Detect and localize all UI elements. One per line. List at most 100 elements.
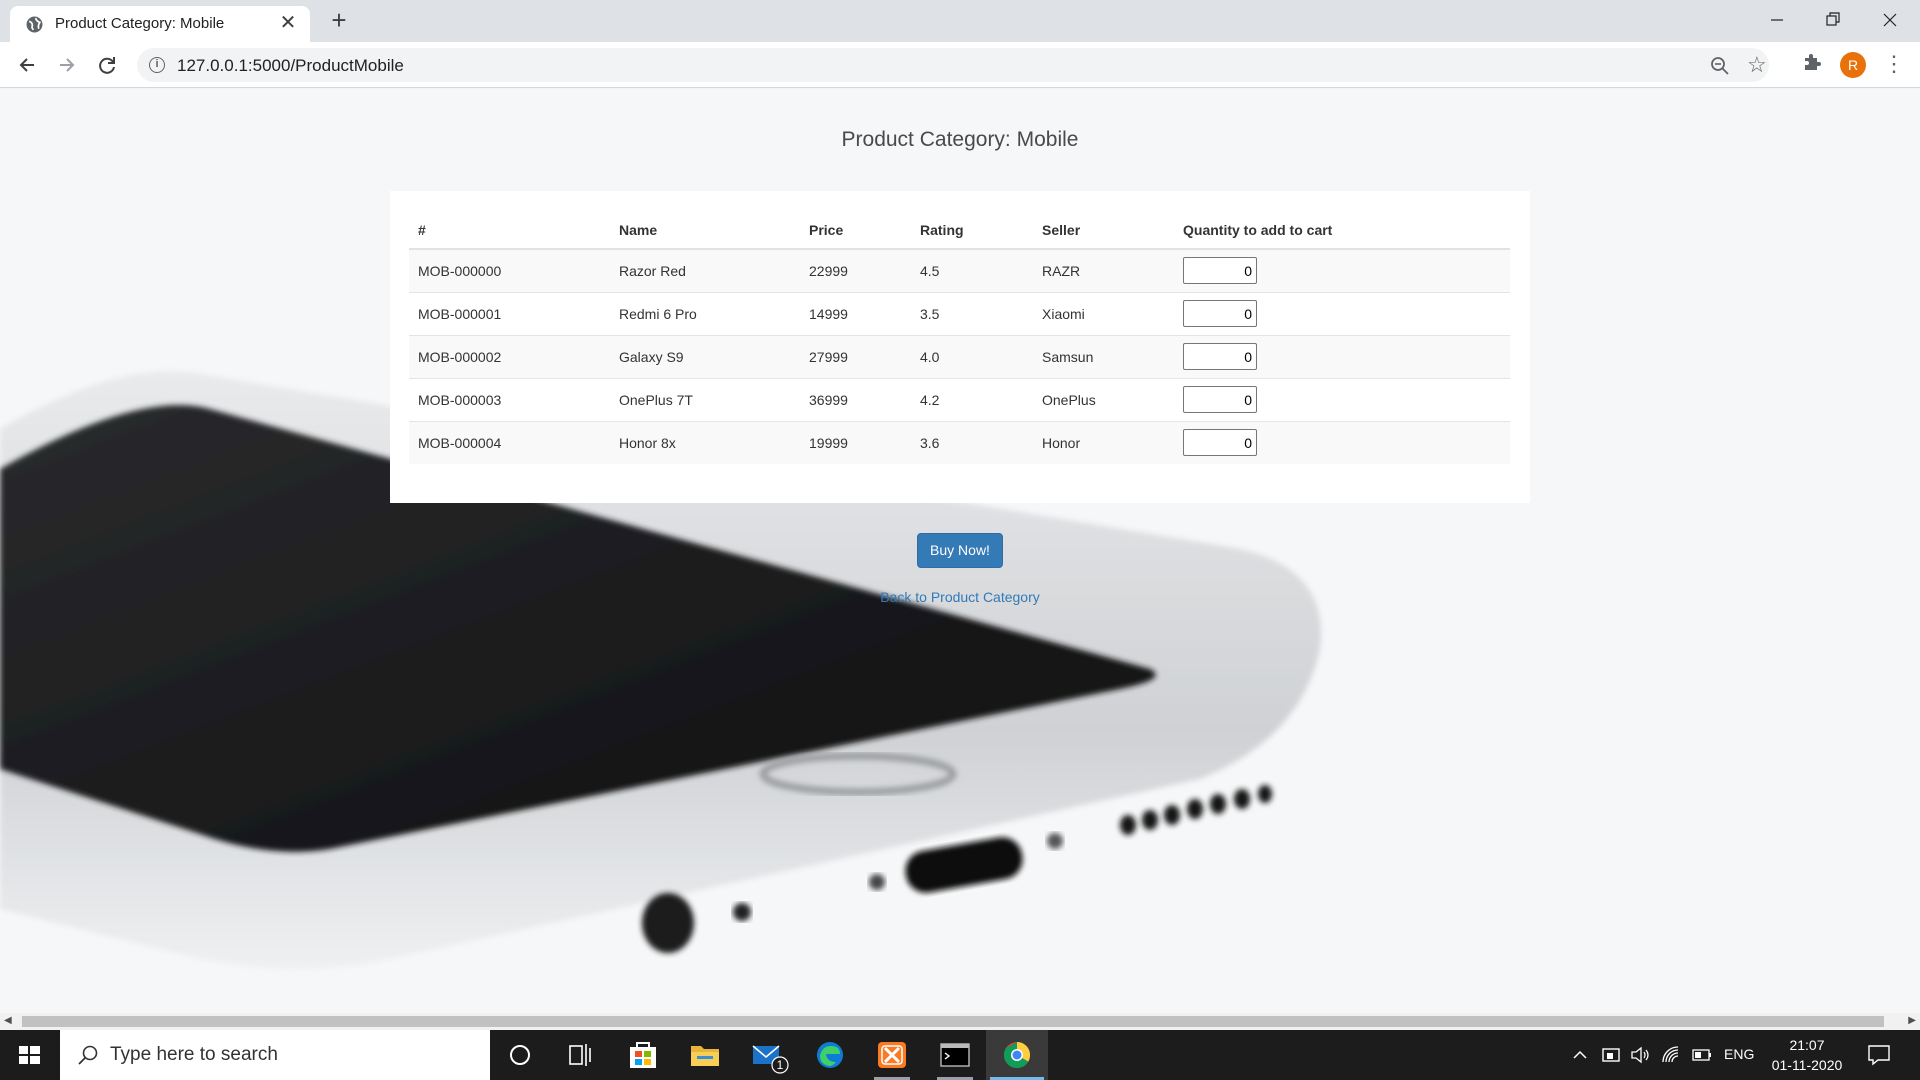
quantity-cell bbox=[1174, 248, 1510, 292]
search-icon bbox=[78, 1045, 98, 1065]
system-clock[interactable]: 21:07 01-11-2020 bbox=[1767, 1035, 1847, 1075]
restore-icon bbox=[1826, 12, 1840, 26]
mail-badge-count: 1 bbox=[776, 1058, 784, 1072]
reload-icon bbox=[99, 57, 115, 74]
product-name: Redmi 6 Pro bbox=[610, 291, 800, 335]
edge-taskbar-button[interactable] bbox=[800, 1030, 860, 1080]
profile-avatar[interactable]: R bbox=[1840, 52, 1866, 78]
xampp-taskbar-button[interactable] bbox=[862, 1030, 922, 1080]
battery-icon[interactable] bbox=[1690, 1044, 1714, 1066]
browser-toolbar: i 127.0.0.1:5000/ProductMobile ☆ R ⋮ bbox=[0, 42, 1920, 88]
back-button[interactable] bbox=[12, 50, 42, 80]
task-view-button[interactable] bbox=[550, 1030, 610, 1080]
windows-logo-icon bbox=[19, 1046, 40, 1064]
product-seller: Honor bbox=[1033, 420, 1174, 464]
product-price: 27999 bbox=[800, 334, 911, 378]
network-security-icon[interactable] bbox=[1600, 1044, 1622, 1066]
quantity-input[interactable] bbox=[1183, 300, 1257, 327]
product-seller: Xiaomi bbox=[1033, 291, 1174, 335]
table-row: MOB-000000 Razor Red 22999 4.5 RAZR bbox=[409, 248, 1510, 292]
reload-button[interactable] bbox=[92, 50, 122, 80]
product-seller: OnePlus bbox=[1033, 377, 1174, 421]
column-header-seller: Seller bbox=[1033, 208, 1174, 250]
quantity-cell bbox=[1174, 377, 1510, 421]
address-bar[interactable]: i 127.0.0.1:5000/ProductMobile ☆ bbox=[137, 48, 1769, 82]
mail-icon bbox=[752, 1045, 789, 1074]
edge-browser-icon bbox=[817, 1042, 843, 1068]
horizontal-scrollbar[interactable]: ◀ ▶ bbox=[0, 1013, 1920, 1030]
more-menu-icon[interactable]: ⋮ bbox=[1883, 50, 1905, 78]
windows-taskbar: Type here to search 1 ENG 21:07 01-11-20… bbox=[0, 1030, 1920, 1080]
browser-tab-active[interactable]: Product Category: Mobile ✕ bbox=[10, 6, 310, 42]
product-rating: 3.5 bbox=[911, 291, 1033, 335]
minimize-icon bbox=[1771, 19, 1783, 21]
chevron-up-icon[interactable] bbox=[1570, 1045, 1590, 1065]
arrow-right-icon bbox=[60, 58, 75, 72]
zoom-icon[interactable] bbox=[1709, 55, 1731, 77]
xampp-icon bbox=[878, 1042, 906, 1068]
product-name: Galaxy S9 bbox=[610, 334, 800, 378]
page-title: Product Category: Mobile bbox=[841, 128, 1079, 151]
product-rating: 4.0 bbox=[911, 334, 1033, 378]
new-tab-button[interactable]: + bbox=[326, 7, 352, 34]
scroll-right-arrow-icon[interactable]: ▶ bbox=[1908, 1015, 1916, 1026]
tab-title: Product Category: Mobile bbox=[55, 15, 225, 32]
forward-button[interactable] bbox=[52, 50, 82, 80]
task-view-icon bbox=[569, 1044, 591, 1066]
browser-tab-strip: Product Category: Mobile ✕ + bbox=[0, 0, 1920, 42]
buy-now-button[interactable]: Buy Now! bbox=[917, 533, 1003, 568]
folder-icon bbox=[691, 1046, 719, 1066]
quantity-input[interactable] bbox=[1183, 386, 1257, 413]
close-window-button[interactable] bbox=[1876, 6, 1904, 34]
scrollbar-thumb[interactable] bbox=[22, 1016, 1884, 1027]
scroll-left-arrow-icon[interactable]: ◀ bbox=[4, 1015, 12, 1026]
close-icon bbox=[1883, 13, 1897, 27]
page-viewport: Product Category: Mobile # Name Price Ra… bbox=[0, 89, 1920, 1015]
product-rating: 4.2 bbox=[911, 377, 1033, 421]
wifi-icon[interactable] bbox=[1660, 1044, 1682, 1066]
bookmark-star-icon[interactable]: ☆ bbox=[1747, 52, 1767, 78]
product-id: MOB-000001 bbox=[409, 291, 610, 335]
column-header-name: Name bbox=[610, 208, 800, 250]
product-table-card: # Name Price Rating Seller Quantity to a… bbox=[390, 191, 1530, 503]
table-row: MOB-000004 Honor 8x 19999 3.6 Honor bbox=[409, 420, 1510, 464]
volume-icon[interactable] bbox=[1629, 1044, 1651, 1066]
taskbar-search-box[interactable]: Type here to search bbox=[60, 1030, 490, 1080]
restore-window-button[interactable] bbox=[1819, 6, 1847, 34]
quantity-input[interactable] bbox=[1183, 257, 1257, 285]
notifications-icon[interactable] bbox=[1866, 1043, 1892, 1067]
product-seller: Samsun bbox=[1033, 334, 1174, 378]
product-id: MOB-000000 bbox=[409, 248, 610, 292]
input-language-indicator[interactable]: ENG bbox=[1724, 1046, 1754, 1062]
table-header-row: # Name Price Rating Seller Quantity to a… bbox=[409, 208, 1510, 250]
terminal-taskbar-button[interactable] bbox=[925, 1030, 985, 1080]
arrow-left-icon bbox=[19, 58, 34, 72]
start-button[interactable] bbox=[0, 1030, 60, 1080]
product-price: 36999 bbox=[800, 377, 911, 421]
mail-taskbar-button[interactable]: 1 bbox=[738, 1030, 798, 1080]
file-explorer-taskbar-button[interactable] bbox=[675, 1030, 735, 1080]
quantity-cell bbox=[1174, 420, 1510, 464]
product-seller: RAZR bbox=[1033, 248, 1174, 292]
column-header-quantity: Quantity to add to cart bbox=[1174, 208, 1510, 250]
store-taskbar-button[interactable] bbox=[613, 1030, 673, 1080]
product-id: MOB-000004 bbox=[409, 420, 610, 464]
minimize-window-button[interactable] bbox=[1763, 6, 1791, 34]
info-icon[interactable]: i bbox=[149, 57, 165, 73]
quantity-input[interactable] bbox=[1183, 429, 1257, 457]
back-to-category-link[interactable]: Back to Product Category bbox=[0, 589, 1920, 605]
quantity-input[interactable] bbox=[1183, 343, 1257, 370]
cortana-button[interactable] bbox=[490, 1030, 550, 1080]
product-price: 22999 bbox=[800, 248, 911, 292]
extensions-puzzle-icon[interactable] bbox=[1801, 50, 1823, 72]
product-name: Honor 8x bbox=[610, 420, 800, 464]
chrome-browser-icon bbox=[1003, 1041, 1031, 1069]
command-prompt-icon bbox=[940, 1043, 970, 1067]
product-table: # Name Price Rating Seller Quantity to a… bbox=[409, 208, 1510, 464]
product-name: Razor Red bbox=[610, 248, 800, 292]
column-header-price: Price bbox=[800, 208, 911, 250]
close-tab-icon[interactable]: ✕ bbox=[278, 13, 298, 33]
product-price: 14999 bbox=[800, 291, 911, 335]
chrome-taskbar-button[interactable] bbox=[986, 1030, 1048, 1080]
url-text[interactable]: 127.0.0.1:5000/ProductMobile bbox=[177, 56, 404, 76]
